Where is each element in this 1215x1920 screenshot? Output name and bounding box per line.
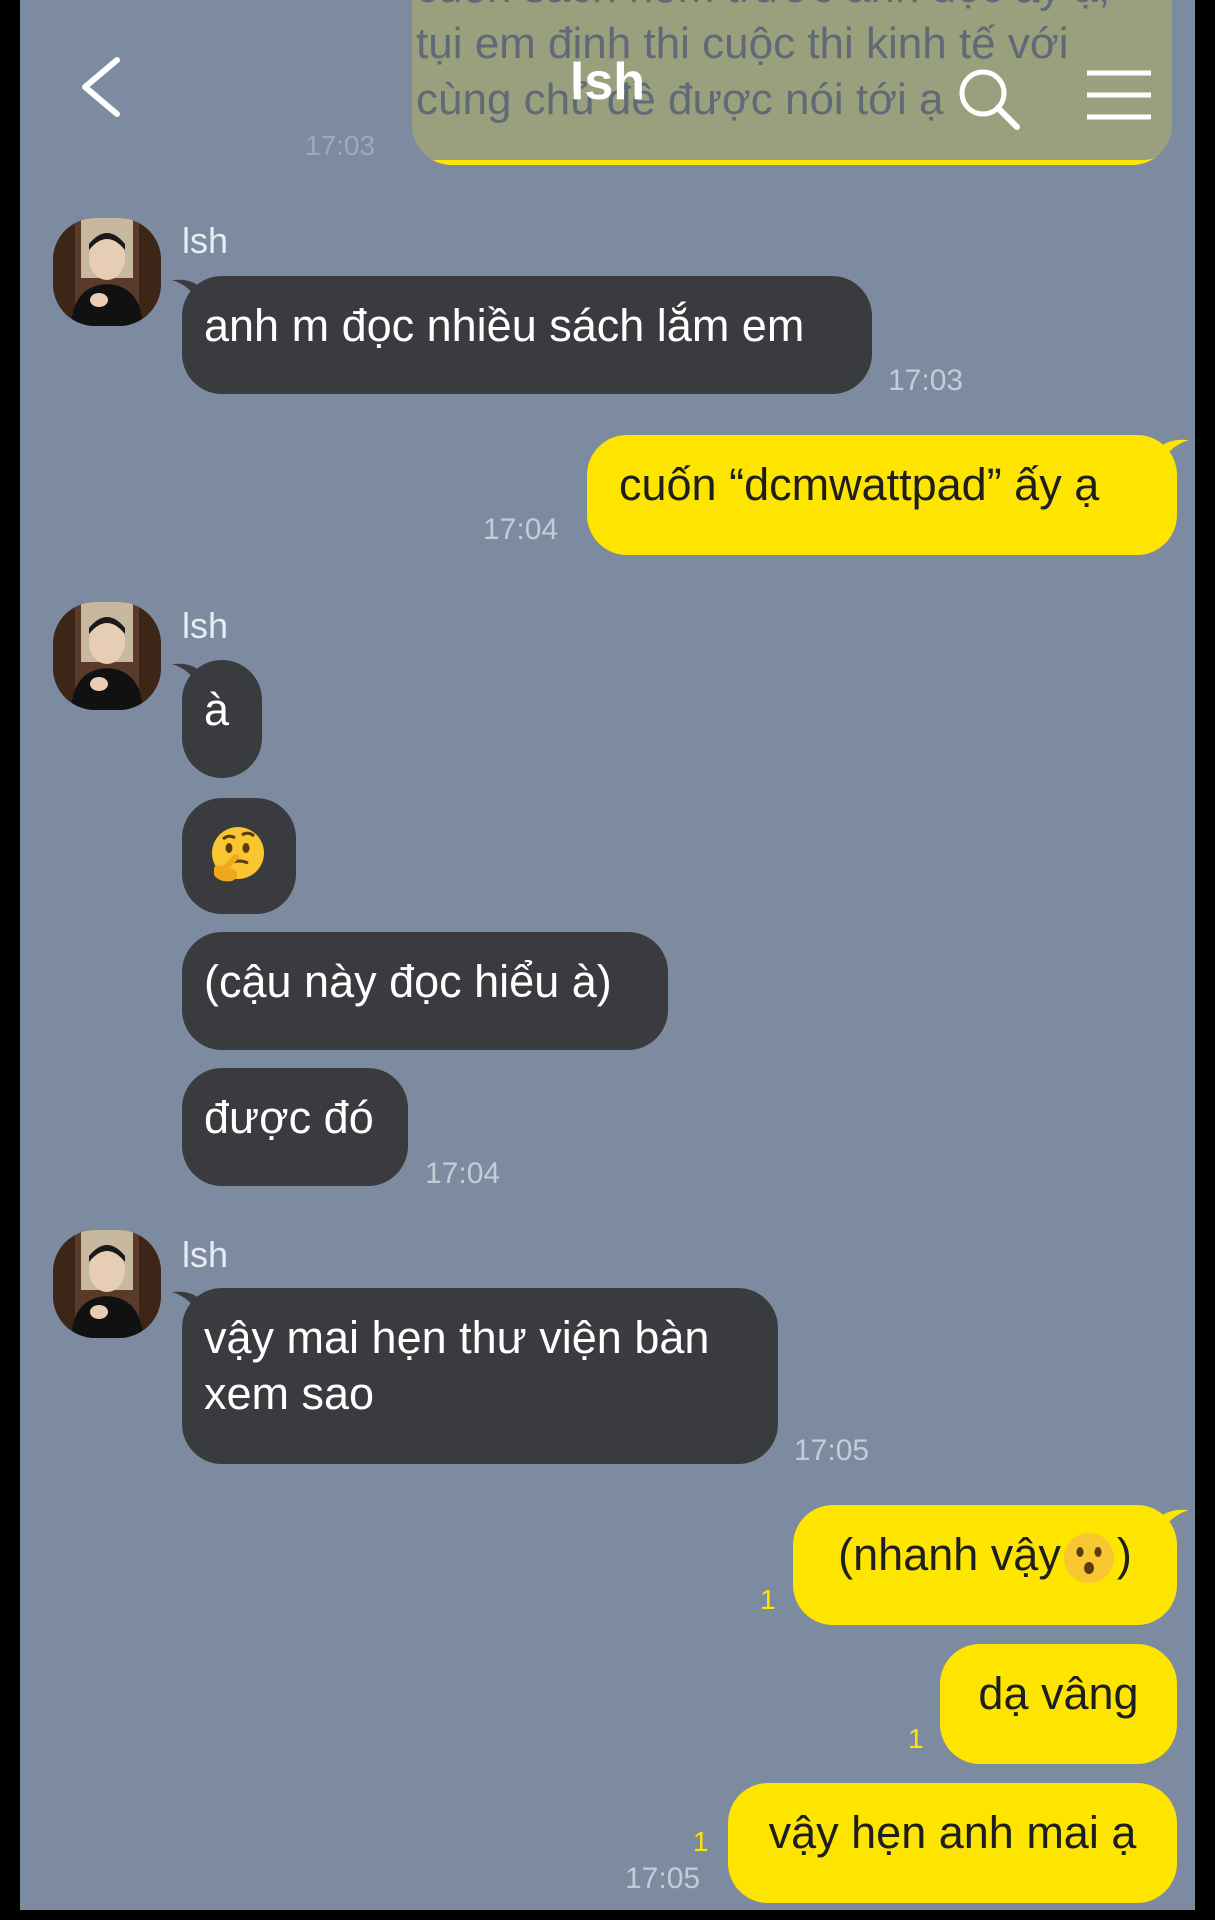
avatar-photo [53,1230,161,1338]
avatar[interactable] [53,218,161,326]
message-text: à [204,684,230,735]
chat-header: lsh [20,0,1195,175]
avatar-photo [53,602,161,710]
message-text-end: ) [1116,1529,1132,1580]
message-bubble[interactable]: (cậu này đọc hiểu à) [182,932,668,1050]
message-bubble[interactable]: vậy mai hẹn thư viện bàn xem sao [182,1288,778,1464]
message-bubble[interactable]: (nhanh vậy) [793,1505,1177,1625]
unread-count: 1 [908,1723,924,1754]
message-text: vậy hẹn anh mai ạ [768,1807,1137,1858]
message-bubble[interactable]: được đó [182,1068,408,1186]
message-text: (cậu này đọc hiểu à) [204,956,612,1007]
avatar-photo [53,218,161,326]
message-text-line-2: xem sao [204,1368,375,1419]
sender-name: lsh [182,220,229,261]
hushed-face-emoji [1063,1533,1114,1584]
sender-name: lsh [182,1234,229,1275]
chat-screen: cuốn sách hôm trước anh đọc ấy ạ, tụi em… [20,0,1195,1910]
message-text: được đó [204,1092,374,1143]
message-bubble[interactable]: à [182,660,262,778]
bubble-tail [1157,1509,1189,1538]
message-bubble[interactable]: vậy hẹn anh mai ạ [728,1783,1177,1903]
message-text: anh m đọc nhiều sách lắm em [204,300,805,351]
unread-count: 1 [760,1584,776,1615]
message-text-line-1: vậy mai hẹn thư viện bàn [204,1312,710,1363]
message-bubble[interactable]: dạ vâng [940,1644,1177,1764]
message-time: 17:04 [483,513,559,546]
search-icon [959,69,1020,130]
sender-name: lsh [182,605,229,646]
avatar[interactable] [53,602,161,710]
avatar[interactable] [53,1230,161,1338]
hamburger-menu-icon [1087,70,1151,120]
menu-button[interactable] [1083,65,1155,125]
bubble-tail [1157,439,1189,468]
emoji-message-bubble[interactable] [182,798,296,914]
message-time: 17:05 [794,1434,870,1467]
message-text: (nhanh vậy [838,1529,1061,1580]
thinking-face-emoji [212,827,264,882]
message-text: cuốn “dcmwattpad” ấy ạ [619,459,1100,510]
message-time: 17:05 [625,1862,701,1895]
message-bubble[interactable]: cuốn “dcmwattpad” ấy ạ [587,435,1177,555]
message-time: 17:04 [425,1157,501,1190]
message-text: dạ vâng [978,1668,1139,1719]
message-bubble[interactable]: anh m đọc nhiều sách lắm em [182,276,872,394]
unread-count: 1 [693,1826,709,1857]
search-button[interactable] [955,65,1025,135]
message-time: 17:03 [888,364,964,397]
